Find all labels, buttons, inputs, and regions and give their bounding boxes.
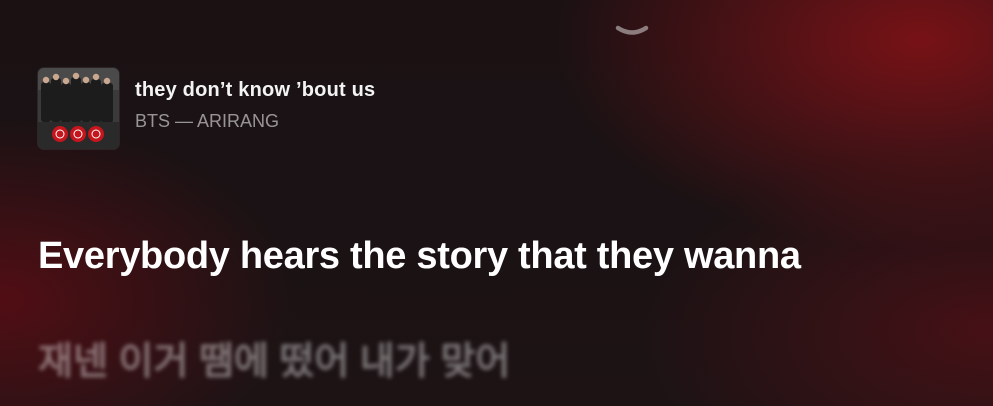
track-title[interactable]: they don’t know ’bout us [135,78,375,102]
lyric-line-current[interactable]: Everybody hears the story that they wann… [38,232,801,280]
chevron-down-icon [615,25,649,35]
track-artist-album[interactable]: BTS — ARIRANG [135,110,375,132]
collapse-chevron-button[interactable] [612,22,652,42]
lyric-line-next[interactable]: 재넨 이거 땜에 떴어 내가 맞어 [38,338,510,386]
now-playing-header: they don’t know ’bout us BTS — ARIRANG [38,68,375,149]
track-info: they don’t know ’bout us BTS — ARIRANG [135,78,375,132]
album-art-icon [38,68,119,149]
album-artwork[interactable] [38,68,119,149]
